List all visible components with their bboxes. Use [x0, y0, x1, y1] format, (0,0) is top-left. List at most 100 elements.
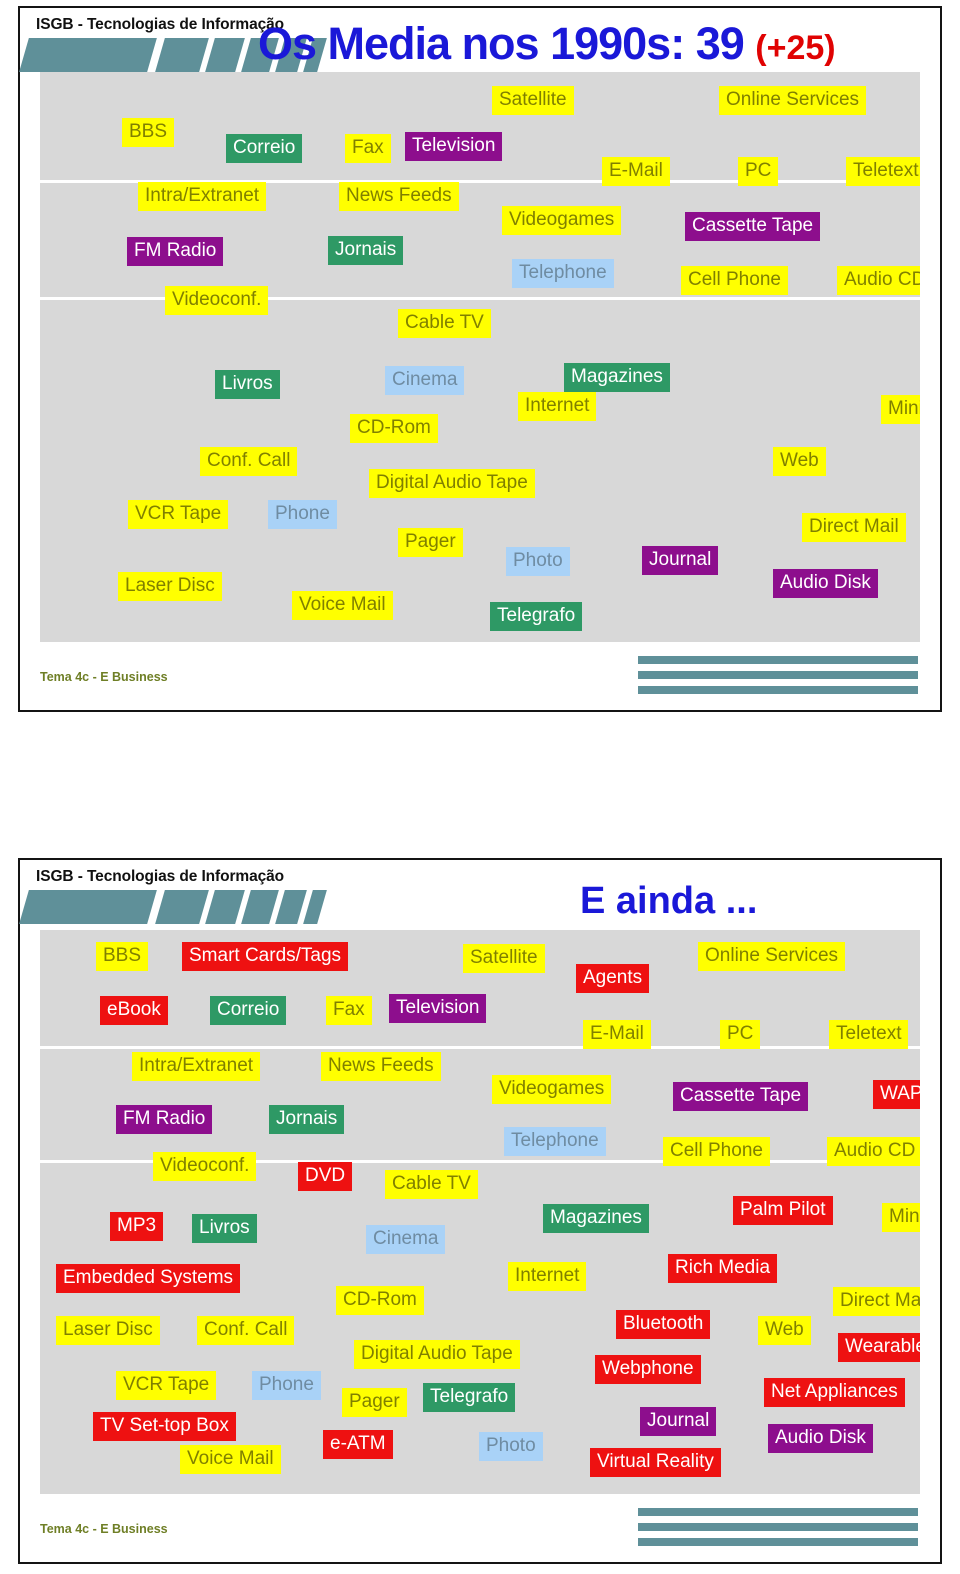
media-tile: Correio	[226, 134, 303, 163]
media-tile: Voice Mail	[180, 1445, 281, 1474]
media-tile: Audio Disk	[773, 569, 878, 598]
media-tile: Telegrafo	[423, 1383, 516, 1412]
media-tile: Cable TV	[385, 1170, 478, 1199]
media-tile: Telegrafo	[490, 602, 583, 631]
media-tile: Videogames	[502, 206, 622, 235]
media-tile: Minitel	[881, 395, 920, 424]
media-tile: Bluetooth	[616, 1310, 711, 1339]
slide-2-header: ISGB - Tecnologias de Informação E ainda…	[19, 860, 940, 926]
footer-label: Tema 4c - E Business	[40, 670, 168, 684]
slide-2-footer: Tema 4c - E Business	[20, 1496, 940, 1562]
media-tile: Cassette Tape	[673, 1082, 809, 1111]
media-tile: PC	[738, 157, 779, 186]
media-tile: Telephone	[512, 259, 614, 288]
media-tile: Webphone	[595, 1355, 701, 1384]
media-tile: Correio	[210, 996, 287, 1025]
media-tile: Satellite	[463, 944, 545, 973]
media-tile: Voice Mail	[292, 591, 393, 620]
media-tile: Conf. Call	[197, 1316, 295, 1345]
media-tile: Videogames	[492, 1075, 612, 1104]
page-title-suffix: (+25)	[755, 29, 836, 67]
media-tile: Jornais	[269, 1105, 345, 1134]
media-tile: Laser Disc	[118, 572, 222, 601]
media-tile: Online Services	[719, 86, 867, 115]
media-tile: Magazines	[564, 363, 670, 392]
media-tile: Web	[758, 1316, 811, 1345]
media-tile: Direct Mail	[833, 1287, 920, 1316]
media-tile: Photo	[506, 547, 570, 576]
media-tile: Conf. Call	[200, 447, 298, 476]
media-tile: MP3	[110, 1212, 164, 1241]
media-tile: Photo	[479, 1432, 543, 1461]
media-tile: CD-Rom	[350, 414, 438, 443]
page-title: E ainda ...	[580, 880, 757, 923]
media-tile: Videoconf.	[165, 286, 269, 315]
footer-bars-icon	[638, 656, 918, 698]
media-tile: Cinema	[366, 1225, 446, 1254]
media-tile: Wearables	[838, 1333, 920, 1362]
footer-label: Tema 4c - E Business	[40, 1522, 168, 1536]
media-tile: DVD	[298, 1162, 353, 1191]
media-tile: Palm Pilot	[733, 1196, 833, 1225]
media-tile: Digital Audio Tape	[369, 469, 535, 498]
media-tile: e-ATM	[323, 1430, 393, 1459]
media-tile: Online Services	[698, 942, 846, 971]
divider-line	[40, 1046, 920, 1049]
media-tile: Magazines	[543, 1204, 649, 1233]
page-title-main: Os Media nos 1990s: 39	[258, 18, 745, 69]
media-tile: WAP	[873, 1080, 920, 1109]
media-tile: Agents	[576, 964, 650, 993]
media-tile: E-Mail	[602, 157, 670, 186]
media-tile: CD-Rom	[336, 1286, 424, 1315]
media-tile: BBS	[96, 942, 149, 971]
media-tile: FM Radio	[116, 1105, 213, 1134]
media-tile: Cell Phone	[681, 266, 788, 295]
media-tile: eBook	[100, 996, 168, 1025]
slide-1: ISGB - Tecnologias de Informação Os Medi…	[18, 6, 942, 712]
media-tile: Embedded Systems	[56, 1264, 241, 1293]
media-tile: Teletext	[829, 1020, 909, 1049]
institution-title: ISGB - Tecnologias de Informação	[36, 868, 285, 885]
media-tile: FM Radio	[127, 237, 224, 266]
media-tile: Minitel	[882, 1203, 920, 1232]
media-tile: Cinema	[385, 366, 465, 395]
slide-1-header: ISGB - Tecnologias de Informação Os Medi…	[19, 8, 940, 74]
media-tile: Cell Phone	[663, 1137, 770, 1166]
media-tile: TV Set-top Box	[93, 1412, 236, 1441]
media-tile: News Feeds	[339, 182, 459, 211]
media-tile: Cable TV	[398, 309, 491, 338]
media-tile: Net Appliances	[764, 1378, 905, 1407]
media-tile: Web	[773, 447, 826, 476]
media-tile: VCR Tape	[116, 1371, 217, 1400]
slide-2-canvas: BBS Smart Cards/Tags Satellite Agents Online…	[40, 930, 920, 1494]
logo-bars-icon	[19, 890, 354, 924]
media-tile: Audio Disk	[768, 1424, 873, 1453]
media-tile: Videoconf.	[153, 1152, 257, 1181]
slide-2: ISGB - Tecnologias de Informação E ainda…	[18, 858, 942, 1564]
media-tile: Laser Disc	[56, 1316, 160, 1345]
media-tile: Intra/Extranet	[132, 1052, 261, 1081]
media-tile: Audio CD	[827, 1137, 920, 1166]
media-tile: Journal	[642, 546, 719, 575]
media-tile: Rich Media	[668, 1254, 778, 1283]
media-tile: Telephone	[504, 1127, 606, 1156]
media-tile: Audio CD	[837, 266, 920, 295]
media-tile: Virtual Reality	[590, 1448, 721, 1477]
media-tile: Television	[389, 994, 487, 1023]
media-tile: Fax	[345, 134, 391, 163]
media-tile: Intra/Extranet	[138, 182, 267, 211]
media-tile: Internet	[518, 392, 597, 421]
media-tile: Phone	[268, 500, 337, 529]
institution-title: ISGB - Tecnologias de Informação	[36, 16, 285, 33]
media-tile: Smart Cards/Tags	[182, 942, 349, 971]
media-tile: VCR Tape	[128, 500, 229, 529]
media-tile: Phone	[252, 1371, 321, 1400]
media-tile: E-Mail	[583, 1020, 651, 1049]
media-tile: Livros	[192, 1214, 257, 1243]
media-tile: Jornais	[328, 236, 404, 265]
page-title-main: E ainda ...	[580, 880, 758, 922]
media-tile: Television	[405, 132, 503, 161]
media-tile: Cassette Tape	[685, 212, 821, 241]
media-tile: BBS	[122, 118, 175, 147]
media-tile: Pager	[342, 1388, 407, 1417]
